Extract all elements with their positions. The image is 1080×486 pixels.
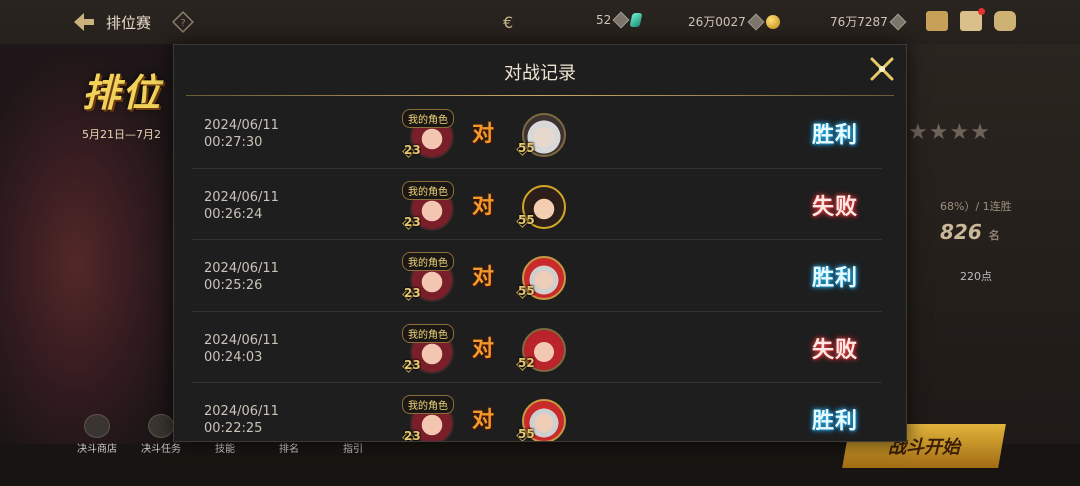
nav-duel-shop[interactable]: 决斗商店 [72, 414, 122, 455]
record-date: 2024/06/11 [204, 332, 279, 348]
versus-label: 对 [472, 336, 495, 362]
versus-label: 对 [472, 265, 495, 290]
record-row: 2024/06/11 00:22:25 我的角色 23 对 55 胜利 [192, 383, 882, 442]
exchange-icon[interactable]: € [503, 13, 513, 32]
my-character-level: 23 [404, 214, 421, 229]
my-character-tag: 我的角色 [402, 109, 454, 128]
top-right-icons [926, 8, 1016, 31]
opponent-level: 55 [518, 212, 535, 227]
battle-record-modal: 对战记录 2024/06/11 00:27:30 我的角色 23 对 55 胜利… [173, 44, 907, 442]
help-icon[interactable]: ? [172, 11, 194, 33]
shop-icon [84, 414, 110, 438]
chest-icon[interactable] [926, 11, 948, 31]
my-character-level: 23 [404, 429, 421, 442]
modal-title: 对战记录 [504, 63, 576, 84]
opponent-level: 52 [518, 355, 535, 370]
opponent-level: 55 [518, 284, 535, 298]
score-value: 220点 [960, 270, 992, 283]
record-row: 2024/06/11 00:27:30 我的角色 23 对 55 胜利 [192, 97, 882, 169]
my-character-tag: 我的角色 [402, 252, 454, 271]
versus-label: 对 [472, 193, 495, 219]
add-diamond-icon [889, 13, 907, 30]
mission-icon [148, 414, 174, 438]
record-time: 00:25:26 [204, 278, 263, 293]
battle-result: 胜利 [812, 409, 859, 434]
add-diamond-icon [747, 13, 765, 30]
battle-result: 胜利 [812, 266, 859, 291]
battle-result: 失败 [812, 337, 859, 363]
back-button[interactable] [70, 8, 98, 36]
my-character-tag: 我的角色 [402, 323, 454, 343]
record-row: 2024/06/11 00:25:26 我的角色 23 对 55 胜利 [192, 240, 882, 312]
add-diamond-icon [612, 11, 630, 29]
my-character-level: 23 [404, 357, 421, 372]
opponent-level: 55 [518, 141, 535, 155]
record-list[interactable]: 2024/06/11 00:27:30 我的角色 23 对 55 胜利 2024… [192, 97, 882, 442]
record-date: 2024/06/11 [204, 189, 279, 205]
currency-gems[interactable]: 52 [596, 11, 643, 29]
battle-result: 胜利 [812, 123, 859, 148]
record-time: 00:26:24 [204, 206, 263, 222]
record-time: 00:22:25 [204, 421, 263, 436]
my-character-tag: 我的角色 [402, 180, 454, 200]
mail-icon[interactable] [960, 8, 985, 31]
rank-value: 826 名 [940, 220, 1000, 244]
battle-result: 失败 [812, 194, 859, 220]
event-date-range: 5月21日—7月2 [82, 128, 161, 141]
event-title: 排位 [82, 71, 163, 115]
my-character-level: 23 [404, 143, 421, 157]
currency-points[interactable]: 76万7287 [830, 13, 907, 30]
record-time: 00:24:03 [204, 349, 263, 365]
notification-dot [978, 8, 985, 15]
back-arrow-icon [74, 13, 94, 31]
record-date: 2024/06/11 [204, 118, 279, 133]
chat-icon[interactable] [994, 11, 1016, 31]
gem-icon [629, 13, 643, 27]
svg-text:?: ? [180, 18, 185, 29]
rank-stars: ★★★★ [908, 120, 991, 145]
record-date: 2024/06/11 [204, 404, 279, 419]
rank-panel [905, 44, 1080, 444]
record-date: 2024/06/11 [204, 261, 279, 276]
gold-coin-icon [765, 14, 780, 29]
record-row: 2024/06/11 00:24:03 我的角色 23 对 52 失败 [192, 312, 882, 383]
modal-header: 对战记录 [174, 45, 906, 95]
versus-label: 对 [472, 122, 495, 147]
modal-divider [186, 95, 894, 96]
opponent-level: 55 [518, 427, 535, 441]
page-title: 排位赛 [106, 14, 152, 32]
record-time: 00:27:30 [204, 135, 263, 150]
my-character-level: 23 [404, 286, 421, 300]
close-icon [870, 57, 894, 81]
win-rate-text: 68%）/ 1连胜 [940, 200, 1012, 213]
close-button[interactable] [866, 53, 898, 85]
record-row: 2024/06/11 00:26:24 我的角色 23 对 55 失败 [192, 169, 882, 240]
currency-gold[interactable]: 26万0027 [688, 13, 780, 30]
versus-label: 对 [472, 408, 495, 433]
top-bar: 排位赛 ? € 52 26万0027 76万7287 [0, 0, 1080, 44]
my-character-tag: 我的角色 [402, 395, 454, 414]
